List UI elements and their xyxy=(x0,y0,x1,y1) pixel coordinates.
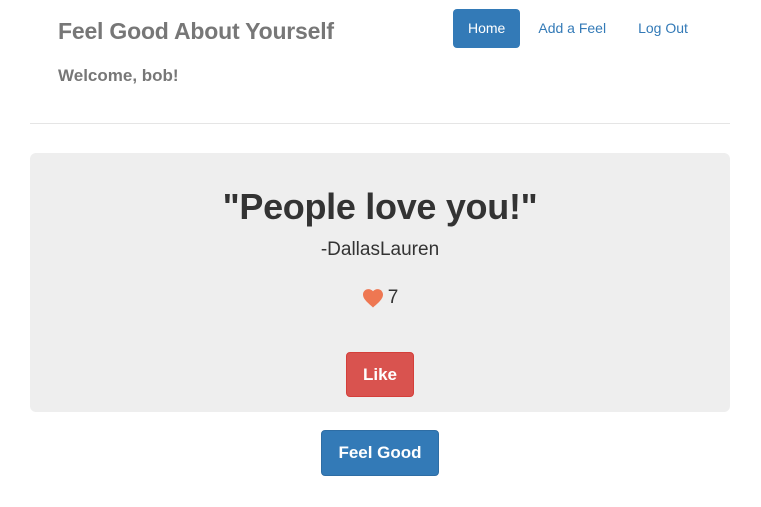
like-count: 7 xyxy=(30,287,730,309)
top-nav: Home Add a Feel Log Out xyxy=(453,9,704,48)
feel-card: "People love you!" -DallasLauren 7 Like xyxy=(30,153,730,412)
feel-good-button[interactable]: Feel Good xyxy=(321,430,439,476)
feel-author: -DallasLauren xyxy=(320,239,440,260)
like-button[interactable]: Like xyxy=(346,352,414,397)
nav-add-a-feel[interactable]: Add a Feel xyxy=(522,9,622,48)
brand-title[interactable]: Feel Good About Yourself xyxy=(58,18,334,45)
header-divider xyxy=(30,123,730,124)
like-count-value: 7 xyxy=(387,287,399,308)
nav-home[interactable]: Home xyxy=(453,9,521,48)
heart-icon xyxy=(362,288,384,308)
feel-quote: "People love you!" xyxy=(222,186,538,227)
welcome-message: Welcome, bob! xyxy=(58,66,179,85)
nav-log-out[interactable]: Log Out xyxy=(622,9,704,48)
page: Feel Good About Yourself Home Add a Feel… xyxy=(0,0,761,507)
